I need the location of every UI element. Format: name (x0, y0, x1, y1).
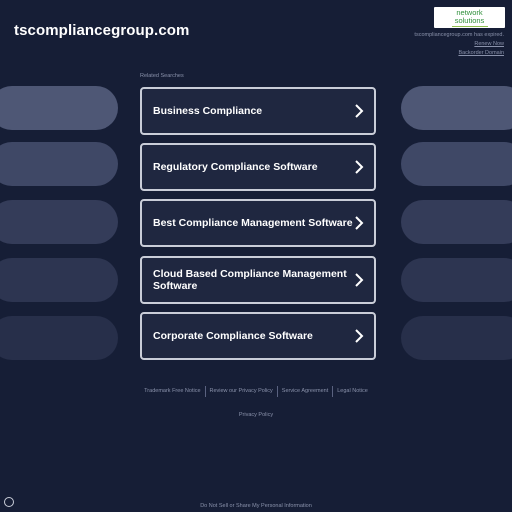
search-link-card[interactable]: Regulatory Compliance Software (140, 143, 376, 191)
do-not-sell-link[interactable]: Do Not Sell or Share My Personal Informa… (0, 503, 512, 509)
network-solutions-logo[interactable]: network solutions (434, 7, 505, 28)
decorative-pill-left (0, 258, 118, 302)
backorder-domain-link[interactable]: Backorder Domain (414, 49, 504, 58)
decorative-pill-left (0, 316, 118, 360)
search-link-label: Best Compliance Management Software (153, 217, 353, 229)
decorative-pill-right (401, 86, 512, 130)
chevron-right-icon (355, 104, 364, 118)
decorative-pill-right (401, 200, 512, 244)
search-link-label: Business Compliance (153, 105, 263, 117)
search-link-label: Corporate Compliance Software (153, 330, 313, 342)
search-link-card[interactable]: Corporate Compliance Software (140, 312, 376, 360)
footer-links: Trademark Free Notice Review our Privacy… (0, 386, 512, 397)
renew-now-link[interactable]: Renew Now (414, 40, 504, 49)
logo-text-solutions: solutions (454, 15, 485, 25)
chevron-right-icon (355, 273, 364, 287)
decorative-pill-right (401, 258, 512, 302)
domain-title: tscompliancegroup.com (14, 22, 190, 39)
logo-underline (451, 25, 488, 27)
search-link-label: Cloud Based Compliance Management Softwa… (153, 268, 347, 292)
privacy-policy-link[interactable]: Privacy Policy (0, 412, 512, 418)
search-link-label: Regulatory Compliance Software (153, 161, 318, 173)
decorative-pill-right (401, 142, 512, 186)
decorative-pill-right (401, 316, 512, 360)
search-link-card[interactable]: Cloud Based Compliance Management Softwa… (140, 256, 376, 304)
expiry-text: tscompliancegroup.com has expired. (414, 32, 504, 38)
decorative-pill-left (0, 86, 118, 130)
decorative-pill-left (0, 200, 118, 244)
chevron-right-icon (355, 160, 364, 174)
search-link-card[interactable]: Best Compliance Management Software (140, 199, 376, 247)
legal-notice-link[interactable]: Legal Notice (332, 386, 372, 397)
service-agreement-link[interactable]: Service Agreement (276, 386, 332, 397)
related-searches-label: Related Searches (140, 73, 184, 79)
chevron-right-icon (355, 216, 364, 230)
privacy-review-link[interactable]: Review our Privacy Policy (204, 386, 277, 397)
trademark-notice-link[interactable]: Trademark Free Notice (140, 386, 204, 397)
chevron-right-icon (355, 329, 364, 343)
decorative-pill-left (0, 142, 118, 186)
search-link-card[interactable]: Business Compliance (140, 87, 376, 135)
expiry-notice: tscompliancegroup.com has expired. Renew… (414, 31, 504, 58)
